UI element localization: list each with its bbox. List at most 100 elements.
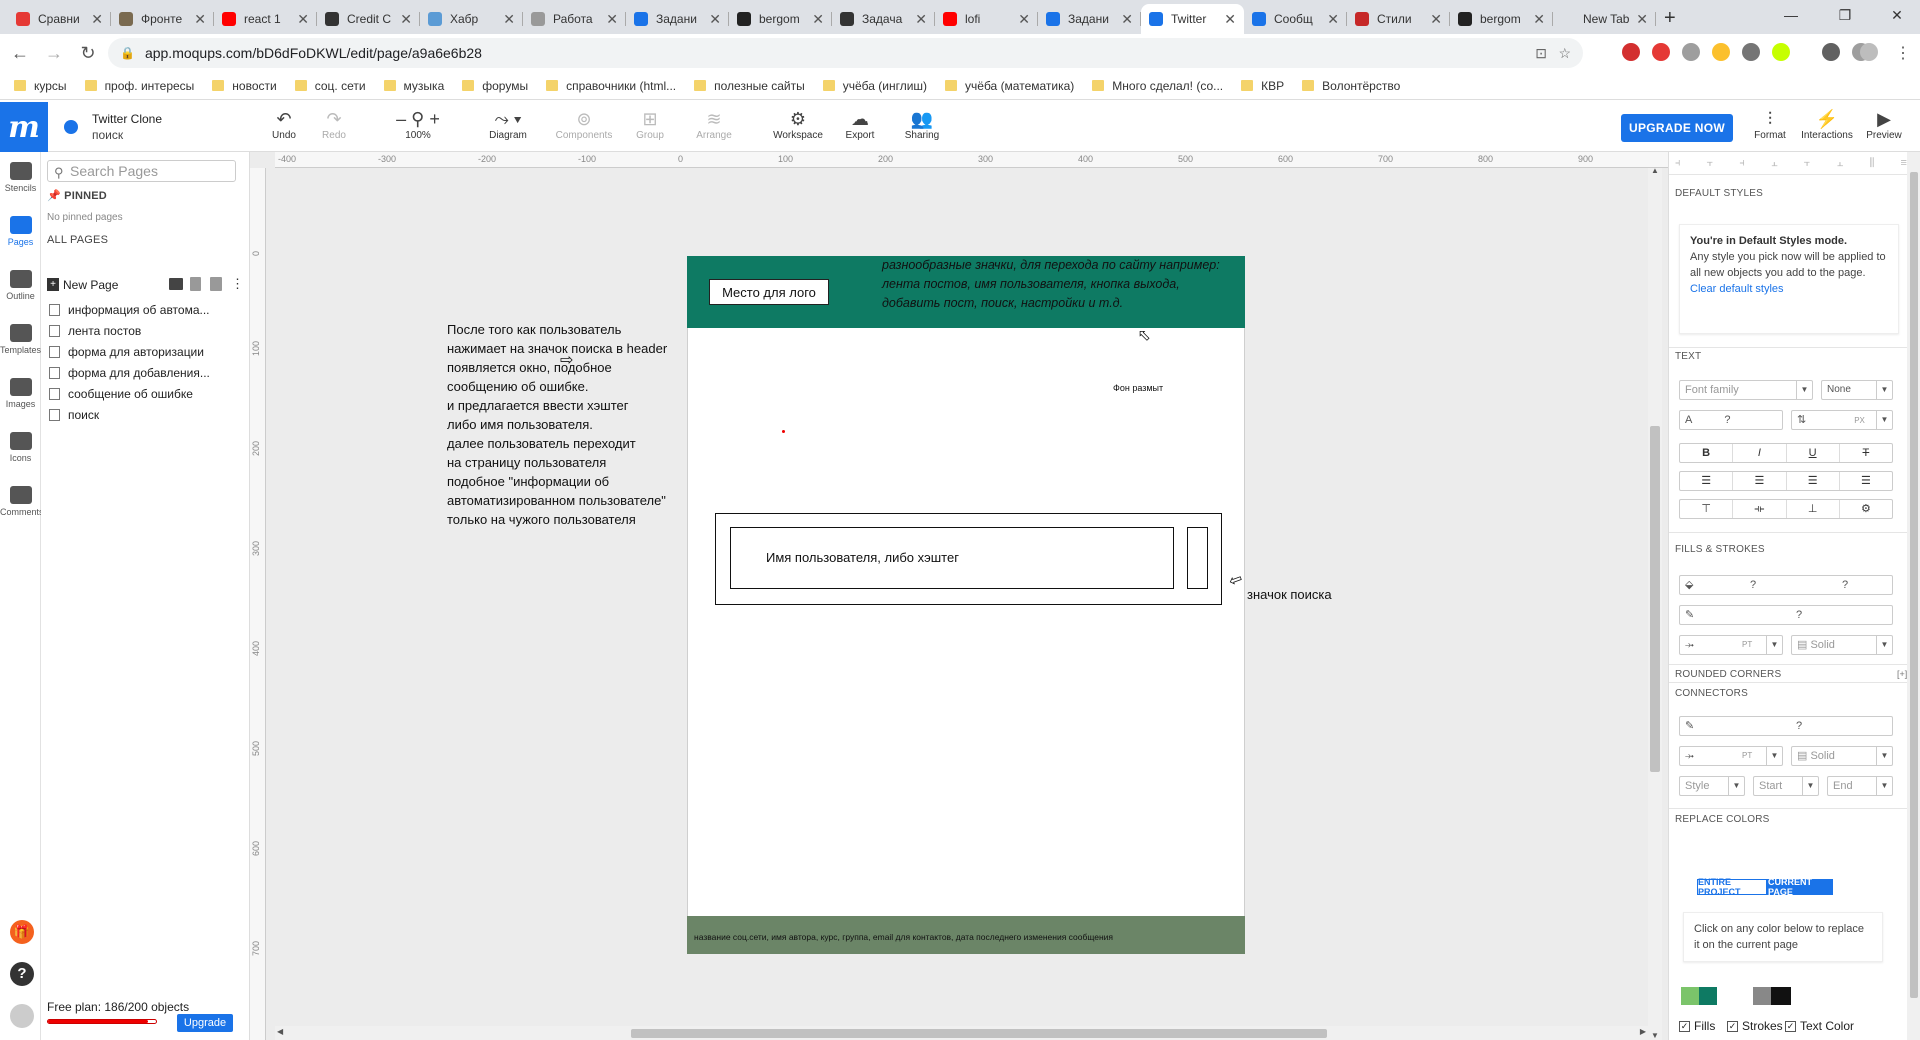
add-page-icon[interactable]: + xyxy=(47,278,59,291)
panel-scroll-thumb[interactable] xyxy=(1910,172,1918,998)
diagram-button[interactable]: ⤳ ▾ Diagram xyxy=(478,108,538,141)
tab-close-icon[interactable]: ✕ xyxy=(709,11,721,28)
upgrade-button[interactable]: Upgrade xyxy=(177,1014,233,1032)
tab-close-icon[interactable]: ✕ xyxy=(606,11,618,28)
tab-close-icon[interactable]: ✕ xyxy=(503,11,515,28)
browser-tab[interactable]: Сравни ✕ xyxy=(8,4,111,34)
profile-avatar-icon[interactable] xyxy=(1860,43,1878,61)
align-left-icon[interactable]: ⫞ xyxy=(1675,157,1681,171)
bold-button[interactable]: B xyxy=(1680,444,1734,462)
sharing-button[interactable]: 👥 Sharing xyxy=(892,108,952,141)
tab-close-icon[interactable]: ✕ xyxy=(1121,11,1133,28)
translate-icon[interactable]: ⊡ xyxy=(1535,45,1547,62)
tab-close-icon[interactable]: ✕ xyxy=(1430,11,1442,28)
stroke-style-select[interactable]: ▤ Solid ▼ xyxy=(1791,635,1893,655)
text-align-center-icon[interactable]: ☰ xyxy=(1733,472,1787,490)
line-height-input[interactable]: ⇅ PX ▼ xyxy=(1791,410,1893,430)
search-pages-input[interactable]: ⚲ Search Pages xyxy=(47,160,236,182)
underline-button[interactable]: U xyxy=(1787,444,1840,462)
bookmark-item[interactable]: Волонтёрство xyxy=(1302,79,1400,93)
redo-button[interactable]: ↷ Redo xyxy=(304,108,364,141)
connector-color-picker[interactable]: ✎? xyxy=(1679,716,1893,736)
moqups-logo[interactable]: m xyxy=(0,102,48,152)
opera-icon[interactable] xyxy=(1652,43,1670,61)
delete-page-icon[interactable] xyxy=(190,277,201,291)
export-button[interactable]: ☁ Export xyxy=(830,108,890,141)
browser-tab[interactable]: Стили ✕ xyxy=(1347,4,1450,34)
browser-tab[interactable]: lofi ✕ xyxy=(935,4,1038,34)
color-swatch[interactable] xyxy=(1735,987,1755,1005)
components-button[interactable]: ⊚ Components xyxy=(554,108,614,141)
tab-close-icon[interactable]: ✕ xyxy=(400,11,412,28)
more-options-icon[interactable]: ⋮ xyxy=(231,276,244,292)
add-folder-icon[interactable] xyxy=(169,278,183,290)
zoom-button[interactable]: – ⚲ +100% xyxy=(388,108,448,141)
browser-tab[interactable]: bergom ✕ xyxy=(1450,4,1553,34)
page-list-item[interactable]: информация об автома... xyxy=(49,301,234,318)
connector-style-select[interactable]: ▤ Solid ▼ xyxy=(1791,746,1893,766)
panel-scrollbar[interactable] xyxy=(1907,152,1920,1040)
bookmark-item[interactable]: курсы xyxy=(14,79,67,93)
browser-tab[interactable]: Credit C ✕ xyxy=(317,4,420,34)
tab-close-icon[interactable]: ✕ xyxy=(1224,11,1236,28)
url-input[interactable]: 🔒 app.moqups.com/bD6dFoDKWL/edit/page/a9… xyxy=(108,38,1583,68)
horizontal-scroll-thumb[interactable] xyxy=(631,1029,1327,1038)
upgrade-now-button[interactable]: UPGRADE NOW xyxy=(1621,114,1733,142)
maximize-icon[interactable]: ❐ xyxy=(1822,0,1868,30)
distribute-h-icon[interactable]: ⫼ xyxy=(1869,157,1874,171)
text-align-right-icon[interactable]: ☰ xyxy=(1787,472,1840,490)
format-button[interactable]: ⫶ Format xyxy=(1740,108,1800,141)
pdf-icon[interactable] xyxy=(1682,43,1700,61)
bookmark-item[interactable]: КВР xyxy=(1241,79,1284,93)
bookmark-item[interactable]: музыка xyxy=(383,79,444,93)
align-middle-icon[interactable]: ⫟ xyxy=(1804,157,1811,171)
media-icon[interactable] xyxy=(1822,43,1840,61)
color-swatch[interactable] xyxy=(1717,987,1737,1005)
browser-menu-icon[interactable]: ⋮ xyxy=(1895,43,1911,63)
background-blur-label[interactable]: Фон размыт xyxy=(1113,383,1163,393)
align-bottom-icon[interactable]: ⫠ xyxy=(1837,157,1844,171)
tab-close-icon[interactable]: ✕ xyxy=(194,11,206,28)
color-swatch[interactable] xyxy=(1753,987,1773,1005)
valign-middle-icon[interactable]: ⟛ xyxy=(1733,500,1787,518)
reload-icon[interactable]: ↻ xyxy=(74,39,102,67)
browser-tab[interactable]: Задани ✕ xyxy=(1038,4,1141,34)
font-size-input[interactable]: A? xyxy=(1679,410,1783,430)
scroll-right-icon[interactable]: ▶ xyxy=(1640,1027,1646,1036)
valign-bottom-icon[interactable]: ⊥ xyxy=(1787,500,1840,518)
text-align-justify-icon[interactable]: ☰ xyxy=(1840,472,1892,490)
rail-item-images[interactable]: Images xyxy=(0,378,41,409)
align-center-icon[interactable]: ⫟ xyxy=(1707,157,1714,171)
color-swatch[interactable] xyxy=(1699,987,1719,1005)
tab-close-icon[interactable]: ✕ xyxy=(91,11,103,28)
fill-color-picker[interactable]: ⬙?? xyxy=(1679,575,1893,595)
gift-icon[interactable]: 🎁 xyxy=(10,920,34,944)
user-avatar[interactable] xyxy=(10,1004,34,1028)
strikethrough-button[interactable]: T xyxy=(1840,444,1892,462)
entire-project-tab[interactable]: ENTIRE PROJECT xyxy=(1697,877,1767,897)
connector-type-select[interactable]: Style ▼ xyxy=(1679,776,1745,796)
footer-text[interactable]: название соц.сети, имя автора, курс, гру… xyxy=(694,932,1113,942)
italic-button[interactable]: I xyxy=(1733,444,1787,462)
connector-start-select[interactable]: Start ▼ xyxy=(1753,776,1819,796)
arrange-button[interactable]: ≋ Arrange xyxy=(684,108,744,141)
color-swatch[interactable] xyxy=(1681,987,1701,1005)
workspace-button[interactable]: ⚙ Workspace xyxy=(768,108,828,141)
header-note-text[interactable]: разнообразные значки, для перехода по са… xyxy=(882,256,1222,313)
rail-item-comments[interactable]: Comments xyxy=(0,486,44,517)
tab-close-icon[interactable]: ✕ xyxy=(812,11,824,28)
bookmark-item[interactable]: учёба (математика) xyxy=(945,79,1074,93)
page-list-item[interactable]: сообщение об ошибке xyxy=(49,385,234,402)
page-list-item[interactable]: лента постов xyxy=(49,322,234,339)
scroll-left-icon[interactable]: ◀ xyxy=(277,1027,283,1036)
browser-tab[interactable]: New Tab ✕ xyxy=(1553,4,1656,34)
rounded-corners-add-button[interactable]: [+] xyxy=(1897,669,1907,679)
tab-close-icon[interactable]: ✕ xyxy=(1327,11,1339,28)
vertical-scroll-thumb[interactable] xyxy=(1650,426,1660,772)
extension-icon[interactable] xyxy=(1772,43,1790,61)
horizontal-scrollbar[interactable]: ◀ ▶ xyxy=(275,1026,1648,1040)
search-field-placeholder[interactable]: Имя пользователя, либо хэштег xyxy=(766,550,959,565)
bookmark-item[interactable]: новости xyxy=(212,79,277,93)
color-swatch[interactable] xyxy=(1771,987,1791,1005)
browser-tab[interactable]: bergom ✕ xyxy=(729,4,832,34)
